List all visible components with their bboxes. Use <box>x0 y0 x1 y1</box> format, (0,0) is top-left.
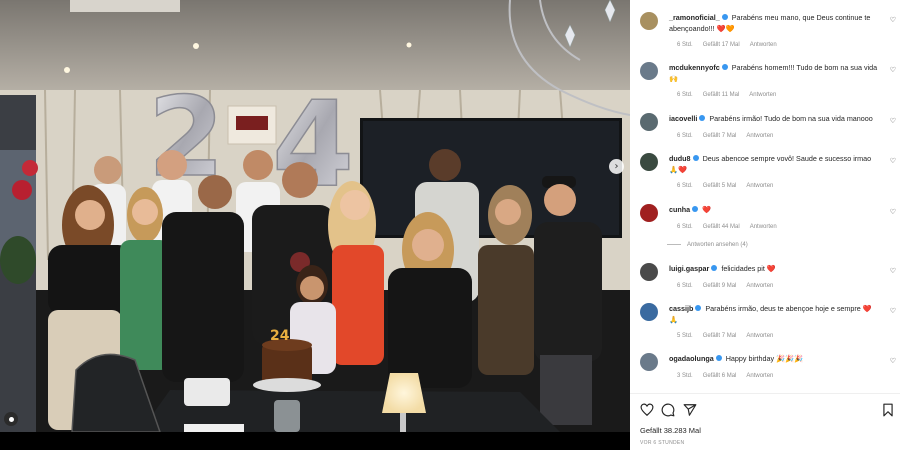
comment-text: Parabéns irmão! Tudo de bom na sua vida … <box>709 114 873 123</box>
comment-meta: 6 Std. Gefällt 17 Mal Antworten <box>677 42 787 48</box>
avatar[interactable] <box>640 303 658 321</box>
comment-meta: 6 Std. Gefällt 11 Mal Antworten <box>677 92 786 98</box>
post-timestamp: VOR 6 STUNDEN <box>640 440 685 446</box>
comment-like-heart-icon[interactable]: ♡ <box>890 208 896 216</box>
comment-username[interactable]: dudu8 <box>669 154 691 163</box>
comment-time[interactable]: 6 Std. <box>677 183 693 189</box>
comment-username[interactable]: cunha <box>669 205 690 214</box>
comment-username[interactable]: _ramonoficial_ <box>669 13 720 22</box>
photo-bottom-bar <box>0 432 630 450</box>
replies-divider-line <box>667 243 681 245</box>
avatar[interactable] <box>640 12 658 30</box>
comment-meta: 3 Std. Gefällt 6 Mal Antworten <box>677 373 783 379</box>
avatar[interactable] <box>640 62 658 80</box>
reply-button[interactable]: Antworten <box>749 92 776 98</box>
reply-button[interactable]: Antworten <box>750 42 777 48</box>
comment-username[interactable]: ogadaolunga <box>669 354 714 363</box>
verified-badge-icon <box>692 155 699 162</box>
reply-button[interactable]: Antworten <box>746 183 773 189</box>
comment-username[interactable]: cassijb <box>669 304 693 313</box>
verified-badge-icon <box>721 64 728 71</box>
verified-badge-icon <box>692 206 699 213</box>
avatar[interactable] <box>640 263 658 281</box>
comment-like-heart-icon[interactable]: ♡ <box>890 16 896 24</box>
verified-badge-icon <box>711 265 718 272</box>
comment-like-heart-icon[interactable]: ♡ <box>890 307 896 315</box>
comment-bubble-icon[interactable] <box>661 403 675 417</box>
comment-like-heart-icon[interactable]: ♡ <box>890 357 896 365</box>
comment-likes[interactable]: Gefällt 7 Mal <box>703 333 737 339</box>
reply-button[interactable]: Antworten <box>750 224 777 230</box>
comment-likes[interactable]: Gefällt 11 Mal <box>703 92 740 98</box>
comment-time[interactable]: 6 Std. <box>677 133 693 139</box>
avatar[interactable] <box>640 153 658 171</box>
comment-meta: 6 Std. Gefällt 44 Mal Antworten <box>677 224 787 230</box>
view-replies-label[interactable]: Antworten ansehen (4) <box>687 242 748 248</box>
next-image-icon[interactable]: › <box>609 159 624 174</box>
comment-text: ❤️ <box>702 205 712 214</box>
comment-time[interactable]: 6 Std. <box>677 224 693 230</box>
comment-likes[interactable]: Gefällt 7 Mal <box>703 133 737 139</box>
comment-username[interactable]: luigi.gaspar <box>669 264 709 273</box>
comment-time[interactable]: 6 Std. <box>677 283 693 289</box>
actions-divider <box>630 393 900 394</box>
verified-badge-icon <box>715 355 722 362</box>
comment-text: felicidades pit ❤️ <box>721 264 776 273</box>
post-photo[interactable]: 2 4 24 › <box>0 0 630 450</box>
reply-button[interactable]: Antworten <box>746 333 773 339</box>
reply-button[interactable]: Antworten <box>746 133 773 139</box>
comment-text: Deus abencoe sempre vovô! Saude e sucess… <box>669 154 872 174</box>
comment-like-heart-icon[interactable]: ♡ <box>890 117 896 125</box>
comment-time[interactable]: 3 Std. <box>677 373 693 379</box>
comment-likes[interactable]: Gefällt 6 Mal <box>703 373 737 379</box>
reply-button[interactable]: Antworten <box>746 283 773 289</box>
comment-likes[interactable]: Gefällt 5 Mal <box>703 183 737 189</box>
verified-badge-icon <box>699 115 706 122</box>
comment-likes[interactable]: Gefällt 17 Mal <box>703 42 740 48</box>
comment-like-heart-icon[interactable]: ♡ <box>890 157 896 165</box>
avatar[interactable] <box>640 204 658 222</box>
comment-time[interactable]: 5 Std. <box>677 333 693 339</box>
comment-likes[interactable]: Gefällt 44 Mal <box>703 224 740 230</box>
user-tag-icon[interactable] <box>4 412 18 426</box>
comments-panel: _ramonoficial_ Parabéns meu mano, que De… <box>630 0 900 450</box>
comment-meta: 5 Std. Gefällt 7 Mal Antworten <box>677 333 783 339</box>
comment-time[interactable]: 6 Std. <box>677 92 693 98</box>
comment-meta: 6 Std. Gefällt 7 Mal Antworten <box>677 133 783 139</box>
save-bookmark-icon[interactable] <box>882 403 894 417</box>
like-heart-icon[interactable] <box>640 403 654 417</box>
comment-username[interactable]: mcdukennyofc <box>669 63 720 72</box>
comment-likes[interactable]: Gefällt 9 Mal <box>703 283 737 289</box>
comment-username[interactable]: iacovelli <box>669 114 697 123</box>
comment-meta: 6 Std. Gefällt 5 Mal Antworten <box>677 183 783 189</box>
verified-badge-icon <box>721 14 728 21</box>
svg-text:24: 24 <box>270 328 290 344</box>
view-replies-link[interactable]: Antworten ansehen (4) <box>667 242 748 248</box>
reply-button[interactable]: Antworten <box>746 373 773 379</box>
comment-text: Happy birthday 🎉🎉🎉 <box>725 354 803 363</box>
share-paper-plane-icon[interactable] <box>683 403 697 417</box>
likes-count[interactable]: Gefällt 38.283 Mal <box>640 426 701 435</box>
avatar[interactable] <box>640 353 658 371</box>
comment-time[interactable]: 6 Std. <box>677 42 693 48</box>
comment-like-heart-icon[interactable]: ♡ <box>890 66 896 74</box>
avatar[interactable] <box>640 113 658 131</box>
verified-badge-icon <box>695 305 702 312</box>
group-photo-illustration: 2 4 24 <box>0 0 630 435</box>
comment-like-heart-icon[interactable]: ♡ <box>890 267 896 275</box>
comment-meta: 6 Std. Gefällt 9 Mal Antworten <box>677 283 783 289</box>
